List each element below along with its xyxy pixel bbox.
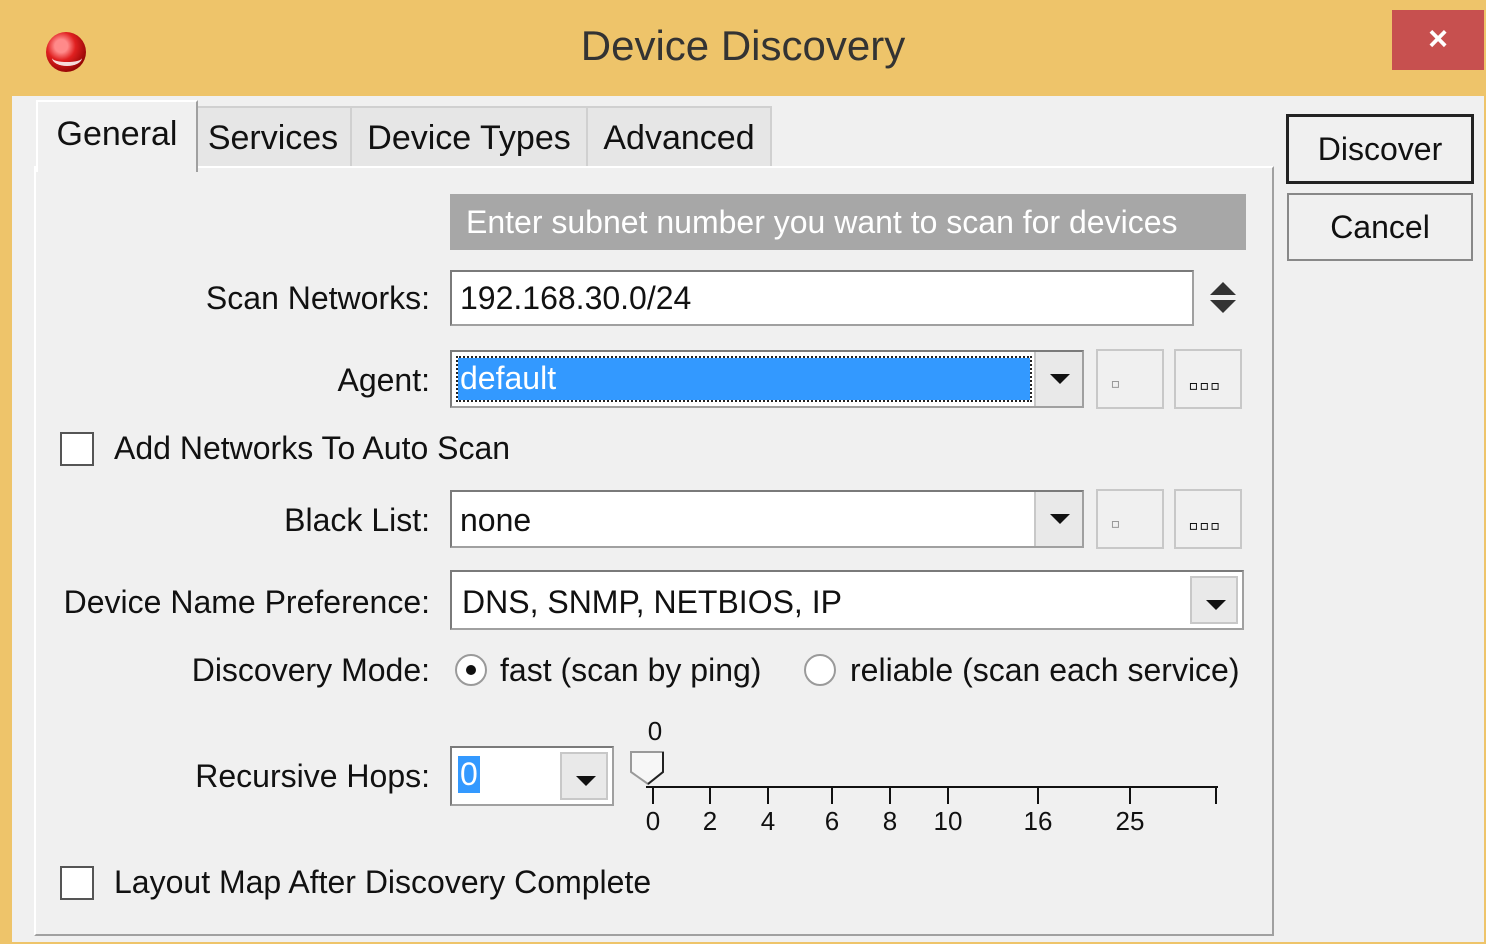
radio-reliable-label: reliable (scan each service) xyxy=(850,652,1240,688)
layout-map-label: Layout Map After Discovery Complete xyxy=(114,864,652,900)
slider-thumb[interactable] xyxy=(628,748,668,788)
agent-browse-button[interactable]: ▫▫▫ xyxy=(1174,349,1242,409)
slider-tick xyxy=(947,788,949,804)
device-name-preference-label: Device Name Preference: xyxy=(63,584,430,620)
slider-tick-label: 8 xyxy=(882,806,898,836)
device-name-preference-dropdown[interactable]: DNS, SNMP, NETBIOS, IP xyxy=(450,570,1244,630)
small-square-icon: ▫ xyxy=(1110,513,1121,534)
add-networks-label: Add Networks To Auto Scan xyxy=(114,430,511,466)
dropdown-arrow-icon[interactable] xyxy=(1034,492,1082,546)
slider-tick xyxy=(709,788,711,804)
close-icon: × xyxy=(1428,20,1448,58)
agent-dropdown[interactable]: default xyxy=(450,350,1084,408)
slider-tick xyxy=(831,788,833,804)
radio-reliable[interactable] xyxy=(804,654,836,686)
agent-value: default xyxy=(460,360,557,396)
tab-advanced[interactable]: Advanced xyxy=(586,106,772,168)
agent-selection-highlight: default xyxy=(456,356,1032,402)
agent-edit-button[interactable]: ▫ xyxy=(1096,349,1164,409)
tab-services[interactable]: Services xyxy=(194,106,352,168)
agent-label: Agent: xyxy=(337,362,430,398)
slider-track[interactable] xyxy=(646,786,1218,788)
black-list-label: Black List: xyxy=(284,502,430,538)
recursive-hops-label: Recursive Hops: xyxy=(195,758,430,794)
radio-fast-label: fast (scan by ping) xyxy=(500,652,762,688)
black-list-edit-button[interactable]: ▫ xyxy=(1096,489,1164,549)
sort-updown-icon[interactable] xyxy=(1208,280,1240,320)
add-networks-checkbox[interactable] xyxy=(60,432,94,466)
slider-tick xyxy=(889,788,891,804)
tab-general[interactable]: General xyxy=(36,100,198,172)
black-list-value: none xyxy=(460,502,532,538)
slider-tick xyxy=(1037,788,1039,804)
dropdown-arrow-icon[interactable] xyxy=(1034,352,1082,406)
device-name-preference-value: DNS, SNMP, NETBIOS, IP xyxy=(462,584,842,620)
scan-networks-value: 192.168.30.0/24 xyxy=(460,280,692,316)
radio-fast[interactable] xyxy=(455,654,487,686)
tab-device-types[interactable]: Device Types xyxy=(350,106,588,168)
more-icon: ▫▫▫ xyxy=(1188,515,1221,536)
slider-tick-label: 6 xyxy=(824,806,840,836)
hint-banner: Enter subnet number you want to scan for… xyxy=(450,194,1246,250)
slider-tick xyxy=(652,788,654,804)
slider-tick-label: 4 xyxy=(760,806,776,836)
cancel-button[interactable]: Cancel xyxy=(1287,193,1473,261)
slider-tick-label: 2 xyxy=(702,806,718,836)
dropdown-arrow-icon[interactable] xyxy=(1190,576,1238,624)
slider-tick xyxy=(1215,788,1217,804)
slider-tick-label: 10 xyxy=(933,806,963,836)
slider-value-label: 0 xyxy=(647,716,663,746)
more-icon: ▫▫▫ xyxy=(1188,375,1221,396)
slider-tick xyxy=(1129,788,1131,804)
recursive-hops-value: 0 xyxy=(458,756,480,793)
black-list-dropdown[interactable]: none xyxy=(450,490,1084,548)
recursive-hops-dropdown[interactable]: 0 xyxy=(450,746,614,806)
discovery-mode-label: Discovery Mode: xyxy=(191,652,430,688)
scan-networks-label: Scan Networks: xyxy=(205,280,430,316)
slider-tick-label: 16 xyxy=(1023,806,1053,836)
dropdown-arrow-icon[interactable] xyxy=(560,752,608,800)
close-button[interactable]: × xyxy=(1392,10,1484,70)
slider-tick xyxy=(767,788,769,804)
slider-tick-label: 25 xyxy=(1115,806,1145,836)
scan-networks-input[interactable]: 192.168.30.0/24 xyxy=(450,270,1194,326)
discover-button[interactable]: Discover xyxy=(1286,114,1474,184)
slider-tick-label: 0 xyxy=(645,806,661,836)
window-title: Device Discovery xyxy=(580,22,906,69)
small-square-icon: ▫ xyxy=(1110,373,1121,394)
layout-map-checkbox[interactable] xyxy=(60,866,94,900)
black-list-browse-button[interactable]: ▫▫▫ xyxy=(1174,489,1242,549)
